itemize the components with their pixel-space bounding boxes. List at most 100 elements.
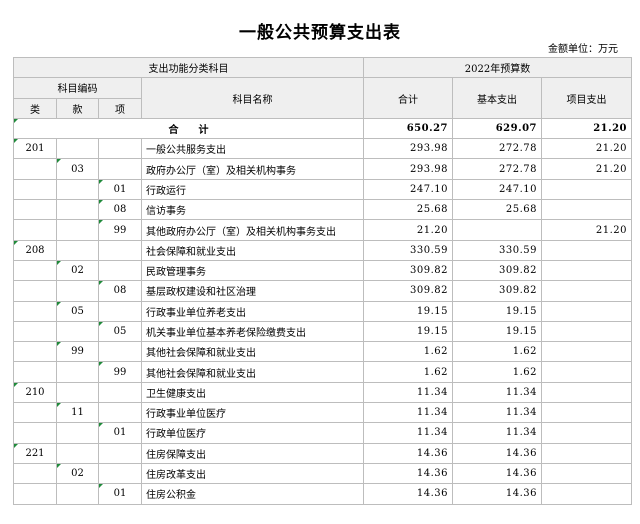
header-subject-code: 科目编码 — [13, 77, 142, 99]
budget-sheet: 一般公共预算支出表 金额单位：万元 支出功能分类科目 2022年预算数 科目编码… — [0, 0, 640, 524]
cell-xiang — [98, 300, 142, 322]
table-row: 05 机关事业单位基本养老保险缴费支出 19.15 19.15 — [13, 320, 633, 343]
table-row: 05 行政事业单位养老支出 19.15 19.15 — [13, 300, 633, 322]
cell-lei — [13, 320, 57, 343]
cell-project — [540, 259, 633, 282]
cell-kuan: 02 — [56, 259, 99, 282]
cell-kuan — [56, 422, 99, 444]
cell-total: 293.98 — [363, 138, 453, 160]
budget-table: 支出功能分类科目 2022年预算数 科目编码 科目名称 合计 基本支出 项目支出… — [13, 56, 633, 505]
table-row: 210 卫生健康支出 11.34 11.34 — [13, 381, 633, 404]
cell-lei — [13, 178, 57, 201]
header-lei: 类 — [13, 97, 57, 119]
cell-marker — [57, 464, 61, 468]
header-subject-name: 科目名称 — [141, 77, 364, 119]
cell-marker — [99, 281, 103, 286]
cell-kuan: 11 — [56, 402, 99, 424]
cell-total: 309.82 — [363, 259, 453, 282]
total-sum: 650.27 — [363, 117, 453, 140]
cell-total: 1.62 — [363, 341, 453, 363]
cell-marker — [57, 159, 61, 164]
cell-xiang: 05 — [98, 320, 142, 343]
cell-project — [540, 239, 633, 261]
cell-xiang — [98, 381, 142, 404]
cell-total: 14.36 — [363, 462, 453, 485]
table-row: 11 行政事业单位医疗 11.34 11.34 — [13, 402, 633, 424]
header-project: 项目支出 — [540, 77, 633, 119]
cell-basic: 14.36 — [452, 442, 542, 464]
cell-basic: 25.68 — [452, 199, 542, 221]
cell-kuan — [56, 280, 99, 302]
cell-lei — [13, 219, 57, 241]
cell-xiang — [98, 158, 142, 180]
header-row-1: 支出功能分类科目 2022年预算数 — [13, 56, 633, 79]
cell-lei — [13, 158, 57, 180]
cell-lei: 210 — [13, 381, 57, 404]
table-row: 99 其他政府办公厅（室）及相关机构事务支出 21.20 21.20 — [13, 219, 633, 241]
cell-basic: 11.34 — [452, 381, 542, 404]
cell-marker — [99, 362, 103, 367]
cell-xiang: 08 — [98, 199, 142, 221]
table-row: 01 住房公积金 14.36 14.36 — [13, 483, 633, 505]
cell-project — [540, 462, 633, 485]
cell-total: 19.15 — [363, 300, 453, 322]
cell-xiang: 08 — [98, 280, 142, 302]
cell-total: 293.98 — [363, 158, 453, 180]
cell-marker — [57, 302, 61, 306]
cell-project — [540, 178, 633, 201]
header-func-class: 支出功能分类科目 — [13, 56, 364, 79]
cell-kuan: 99 — [56, 341, 99, 363]
cell-lei — [13, 361, 57, 383]
cell-project: 21.20 — [540, 138, 633, 160]
header-total: 合计 — [363, 77, 453, 119]
cell-marker — [99, 200, 103, 205]
cell-lei — [13, 259, 57, 282]
cell-xiang — [98, 402, 142, 424]
cell-kuan: 05 — [56, 300, 99, 322]
cell-basic: 11.34 — [452, 402, 542, 424]
cell-kuan — [56, 219, 99, 241]
page-title: 一般公共预算支出表 — [239, 23, 401, 43]
table-row: 208 社会保障和就业支出 330.59 330.59 — [13, 239, 633, 261]
cell-marker — [99, 322, 103, 326]
header-xiang: 项 — [98, 97, 142, 119]
cell-basic: 14.36 — [452, 462, 542, 485]
cell-total: 11.34 — [363, 381, 453, 404]
cell-subject-name: 行政事业单位医疗 — [141, 402, 364, 424]
table-row: 201 一般公共服务支出 293.98 272.78 21.20 — [13, 138, 633, 160]
cell-subject-name: 住房公积金 — [141, 483, 364, 505]
cell-project — [540, 199, 633, 221]
cell-total: 11.34 — [363, 402, 453, 424]
cell-marker — [57, 342, 61, 347]
unit-label: 金额单位：万元 — [548, 44, 618, 55]
total-row: 合 计 650.27 629.07 21.20 — [13, 117, 633, 140]
cell-xiang — [98, 341, 142, 363]
table-row: 08 信访事务 25.68 25.68 — [13, 199, 633, 221]
cell-kuan — [56, 483, 99, 505]
cell-marker — [99, 180, 103, 184]
cell-basic: 309.82 — [452, 280, 542, 302]
cell-subject-name: 住房保障支出 — [141, 442, 364, 464]
cell-total: 330.59 — [363, 239, 453, 261]
cell-total: 247.10 — [363, 178, 453, 201]
header-budget-year: 2022年预算数 — [362, 56, 633, 79]
cell-marker — [99, 423, 103, 428]
cell-total: 309.82 — [363, 280, 453, 302]
header-basic: 基本支出 — [452, 77, 542, 119]
cell-project — [540, 280, 633, 302]
cell-lei: 221 — [13, 442, 57, 464]
cell-basic: 247.10 — [452, 178, 542, 201]
table-row: 02 民政管理事务 309.82 309.82 — [13, 259, 633, 282]
cell-subject-name: 行政单位医疗 — [141, 422, 364, 444]
table-row: 03 政府办公厅（室）及相关机构事务 293.98 272.78 21.20 — [13, 158, 633, 180]
cell-xiang: 01 — [98, 422, 142, 444]
cell-basic: 19.15 — [452, 320, 542, 343]
cell-lei — [13, 462, 57, 485]
cell-project — [540, 320, 633, 343]
cell-marker — [14, 383, 18, 387]
header-kuan: 款 — [56, 97, 99, 119]
cell-xiang: 01 — [98, 178, 142, 201]
cell-basic: 272.78 — [452, 158, 542, 180]
table-row: 99 其他社会保障和就业支出 1.62 1.62 — [13, 341, 633, 363]
cell-kuan: 02 — [56, 462, 99, 485]
